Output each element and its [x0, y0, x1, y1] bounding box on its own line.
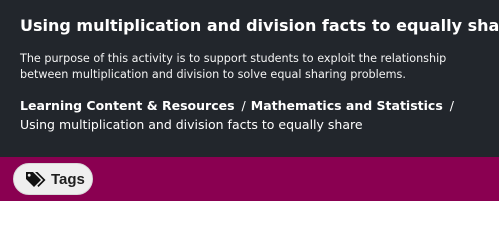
hero-header: Using multiplication and division facts …	[0, 0, 499, 157]
tags-icon	[24, 170, 46, 188]
content-divider	[0, 201, 499, 208]
breadcrumb-link-mathematics-statistics[interactable]: Mathematics and Statistics	[251, 98, 443, 113]
tags-button[interactable]: Tags	[13, 163, 93, 195]
page: Using multiplication and division facts …	[0, 0, 499, 208]
page-description: The purpose of this activity is to suppo…	[20, 52, 447, 81]
page-title: Using multiplication and division facts …	[20, 16, 499, 35]
breadcrumb-separator: /	[449, 98, 454, 113]
breadcrumb: Learning Content & Resources / Mathematics…	[20, 96, 490, 134]
tags-label: Tags	[51, 170, 85, 188]
breadcrumb-current-page: Using multiplication and division facts …	[20, 117, 363, 132]
breadcrumb-separator: /	[241, 98, 246, 113]
breadcrumb-link-learning-content[interactable]: Learning Content & Resources	[20, 98, 235, 113]
